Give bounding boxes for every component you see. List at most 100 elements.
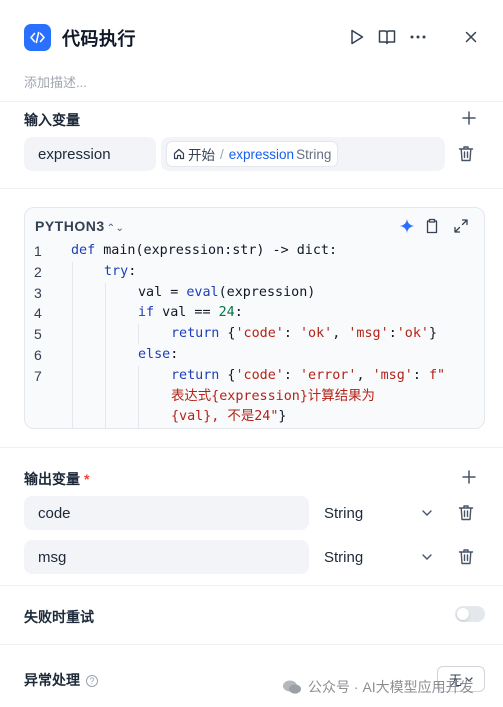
close-icon[interactable]	[460, 26, 482, 48]
code-token: 'code'	[235, 367, 284, 383]
retry-label: 失败时重试	[24, 609, 94, 625]
ref-node-name: 开始	[188, 148, 215, 163]
variable-reference-chip: 开始 / expression String	[166, 141, 339, 167]
error-handling-label: 异常处理?	[24, 670, 98, 690]
line-code: try:	[104, 263, 137, 279]
code-token: return	[171, 367, 220, 383]
trash-icon[interactable]	[458, 145, 476, 163]
copy-icon[interactable]	[424, 218, 441, 235]
input-variables-label: 输入变量	[24, 112, 80, 128]
code-line: 6 else:	[25, 344, 484, 366]
line-code: return {'code': 'error', 'msg': f" 表达式{ex…	[171, 367, 446, 425]
code-token: eval	[186, 284, 219, 300]
indent-guide	[105, 282, 106, 304]
language-label: PYTHON3	[35, 218, 105, 234]
line-number: 7	[34, 367, 42, 384]
input-var-name-field[interactable]: expression	[24, 137, 156, 171]
watermark: 公众号 · AI大模型应用开发	[282, 677, 474, 697]
code-editor[interactable]: PYTHON3 ⌃⌄ 1 def main(expression:str) -> …	[24, 207, 485, 429]
output-variables-label: 输出变量 *	[24, 469, 89, 489]
add-input-icon[interactable]	[461, 110, 477, 126]
indent-guide	[105, 365, 106, 428]
ref-variable-name: expression	[228, 146, 295, 162]
code-line: 1 def main(expression:str) -> dict:	[25, 241, 484, 262]
divider	[0, 585, 503, 586]
indent-guide	[105, 303, 106, 325]
divider	[0, 188, 503, 189]
code-line: 2 try:	[25, 261, 484, 283]
code-line: 3 val = eval(expression)	[25, 282, 484, 304]
required-mark: *	[84, 471, 90, 487]
indent-guide	[72, 261, 73, 283]
code-token: 'ok'	[300, 326, 333, 342]
code-token: 'ok'	[396, 326, 429, 342]
add-output-icon[interactable]	[461, 469, 477, 485]
code-token: 'code'	[235, 326, 284, 342]
line-number: 3	[34, 284, 42, 301]
line-code: return {'code': 'ok', 'msg':'ok'}	[171, 326, 438, 342]
retry-toggle[interactable]	[455, 606, 485, 622]
divider	[0, 101, 503, 102]
code-line: 5 return {'code': 'ok', 'msg':'ok'}	[25, 324, 484, 345]
code-token: return	[171, 326, 220, 342]
code-token: try	[104, 263, 129, 279]
help-icon[interactable]: ?	[86, 675, 98, 687]
trash-icon[interactable]	[458, 548, 476, 566]
error-handling-text: 异常处理	[24, 672, 80, 688]
code-icon	[24, 24, 51, 51]
line-number: 4	[34, 305, 42, 322]
chevron-down-icon	[422, 510, 432, 516]
indent-guide	[138, 324, 139, 345]
code-token: else	[138, 346, 171, 362]
output-var-name-field[interactable]: code	[24, 496, 309, 530]
input-var-reference-select[interactable]: 开始 / expression String	[161, 137, 445, 171]
output-var-name-field[interactable]: msg	[24, 540, 309, 574]
type-label: String	[324, 504, 364, 522]
code-token: 'error'	[300, 367, 357, 383]
ref-variable-type: String	[296, 146, 332, 162]
indent-guide	[72, 344, 73, 366]
line-code: val = eval(expression)	[138, 284, 316, 300]
more-icon[interactable]	[407, 26, 429, 48]
code-token: 'msg'	[348, 326, 389, 342]
code-lines: 1 def main(expression:str) -> dict: 2 tr…	[25, 241, 484, 428]
home-icon	[173, 148, 185, 160]
expand-icon[interactable]	[453, 218, 470, 235]
divider	[0, 644, 503, 645]
ref-separator: /	[220, 146, 224, 162]
line-number: 5	[34, 326, 42, 343]
indent-guide	[72, 324, 73, 345]
code-token: def	[71, 243, 96, 258]
page-title: 代码执行	[62, 29, 136, 49]
language-select[interactable]: PYTHON3 ⌃⌄	[35, 218, 124, 234]
description-input[interactable]: 添加描述...	[24, 72, 87, 91]
panel-header: 代码执行	[0, 0, 503, 72]
output-var-type-select[interactable]: String	[310, 540, 442, 574]
watermark-text: 公众号 · AI大模型应用开发	[308, 679, 474, 695]
trash-icon[interactable]	[458, 504, 476, 522]
chevron-down-icon	[422, 554, 432, 560]
indent-guide	[105, 324, 106, 345]
indent-guide	[72, 303, 73, 325]
code-line: 7 return {'code': 'error', 'msg': f" 表达式{…	[25, 365, 484, 428]
panel-split-icon[interactable]	[376, 26, 398, 48]
run-icon[interactable]	[346, 26, 368, 48]
divider	[0, 447, 503, 448]
line-number: 2	[34, 263, 42, 280]
code-token: if	[138, 305, 155, 321]
indent-guide	[138, 365, 139, 428]
line-code: if val == 24:	[138, 305, 243, 321]
line-number: 1	[34, 243, 42, 259]
type-label: String	[324, 548, 364, 566]
indent-guide	[72, 282, 73, 304]
line-number: 6	[34, 346, 42, 363]
output-variables-text: 输出变量	[24, 471, 80, 487]
output-var-type-select[interactable]: String	[310, 496, 442, 530]
code-token: 24	[218, 305, 235, 321]
chevron-updown-icon: ⌃⌄	[106, 223, 125, 234]
indent-guide	[105, 344, 106, 366]
code-node-panel: 代码执行 添加描述... 输入变量 expression 开始 / expres…	[0, 0, 503, 707]
ai-sparkle-icon[interactable]	[399, 218, 416, 235]
indent-guide	[72, 365, 73, 428]
code-token: 'msg'	[372, 367, 413, 383]
